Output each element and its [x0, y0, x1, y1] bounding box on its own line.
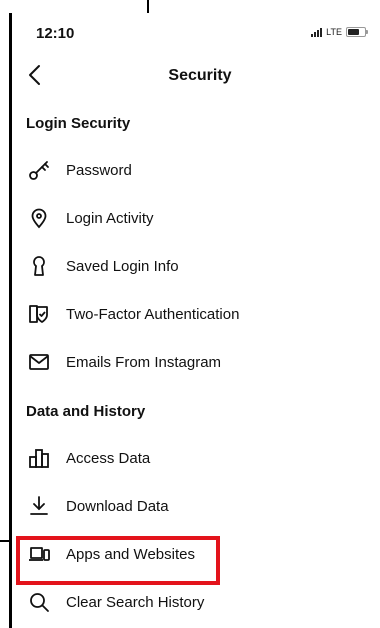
pointer-line: [147, 0, 149, 14]
shield-check-icon: [26, 301, 52, 327]
location-pin-icon: [26, 205, 52, 231]
menu-item-clear-search-history[interactable]: Clear Search History: [12, 579, 372, 625]
connector-line: [0, 540, 12, 542]
menu-item-download-data[interactable]: Download Data: [12, 483, 372, 529]
status-indicators: LTE: [311, 27, 368, 37]
menu-item-saved-login-info[interactable]: Saved Login Info: [12, 243, 372, 289]
menu-item-emails-from-instagram[interactable]: Emails From Instagram: [12, 339, 372, 385]
battery-icon: [346, 27, 368, 37]
section-header-login-security: Login Security: [26, 115, 131, 132]
network-label: LTE: [326, 27, 342, 37]
menu-item-label: Login Activity: [66, 209, 154, 227]
menu-item-label: Access Data: [66, 449, 151, 467]
key-icon: [26, 157, 52, 183]
envelope-icon: [26, 349, 52, 375]
menu-item-label: Saved Login Info: [66, 257, 179, 275]
menu-item-password[interactable]: Password: [12, 147, 372, 193]
status-bar: 12:10 LTE: [12, 21, 380, 45]
page-title: Security: [168, 67, 232, 84]
menu-item-label: Two-Factor Authentication: [66, 305, 240, 323]
search-icon: [26, 589, 52, 615]
menu-item-two-factor-authentication[interactable]: Two-Factor Authentication: [12, 291, 372, 337]
top-frame: [0, 0, 380, 14]
nav-bar: Security: [12, 57, 380, 93]
download-icon: [26, 493, 52, 519]
phone-screen: 12:10 LTE Security Login Security Passwo…: [9, 13, 380, 628]
menu-item-login-activity[interactable]: Login Activity: [12, 195, 372, 241]
menu-item-label: Password: [66, 161, 132, 179]
menu-item-access-data[interactable]: Access Data: [12, 435, 372, 481]
menu-item-label: Emails From Instagram: [66, 353, 222, 371]
status-time: 12:10: [36, 25, 75, 42]
keyhole-icon: [26, 253, 52, 279]
section-header-data-and-history: Data and History: [26, 403, 146, 420]
highlight-box: [16, 536, 220, 585]
menu-item-label: Download Data: [66, 497, 169, 515]
menu-item-label: Clear Search History: [66, 593, 205, 611]
signal-icon: [311, 27, 323, 37]
bar-chart-icon: [26, 445, 52, 471]
